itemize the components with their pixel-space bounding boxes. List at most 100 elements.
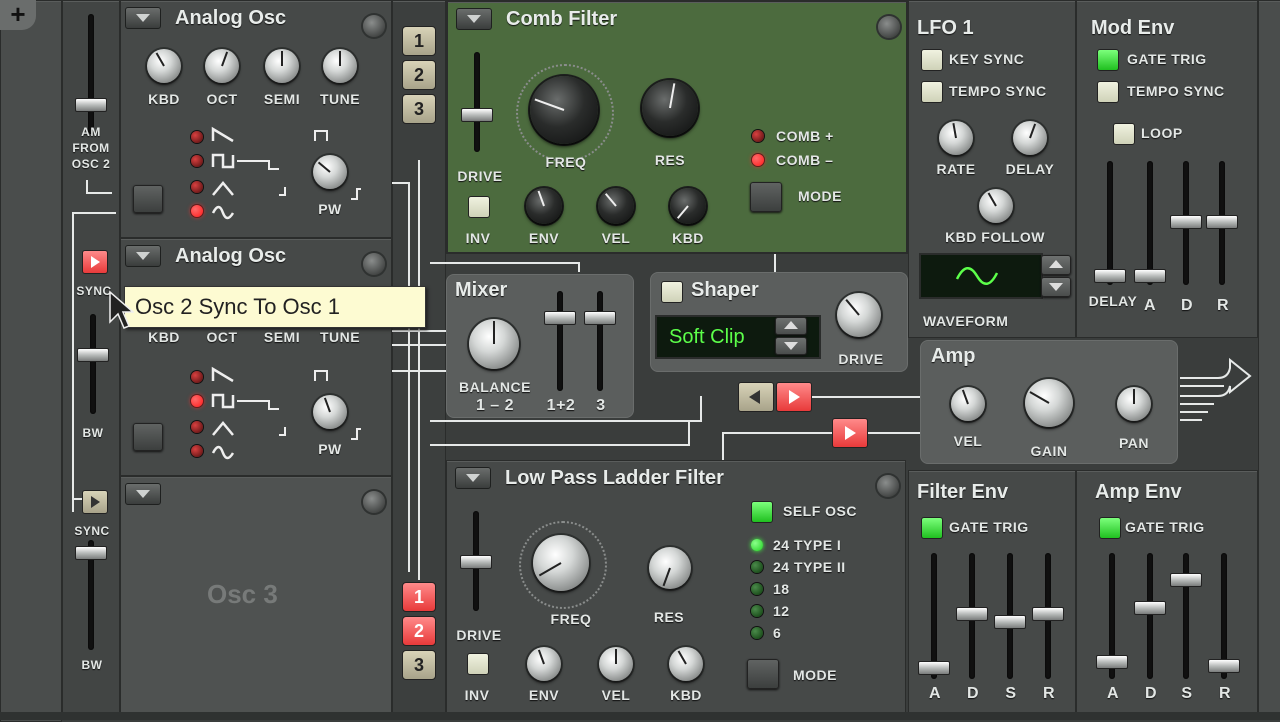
route-right-button[interactable]: [776, 382, 812, 412]
amp-pan-knob[interactable]: [1117, 387, 1151, 421]
osc2-bw-fader[interactable]: [77, 348, 109, 362]
ampenv-s-fader[interactable]: [1170, 573, 1202, 587]
comb-plus-led[interactable]: [752, 130, 764, 142]
osc2-semi-label: SEMI: [263, 329, 301, 345]
osc1-oct-knob[interactable]: [205, 49, 239, 83]
osc2-menu-dropdown[interactable]: [125, 245, 161, 267]
filterenv-r-fader[interactable]: [1032, 607, 1064, 621]
amp-gain-knob[interactable]: [1025, 379, 1073, 427]
comb-minus-led[interactable]: [752, 154, 764, 166]
osc1-semi-knob[interactable]: [265, 49, 299, 83]
lpf-type-led-5[interactable]: [751, 627, 763, 639]
lfo1-rate-knob[interactable]: [939, 121, 973, 155]
comb-env-knob[interactable]: [526, 188, 562, 224]
modenv-loop-button[interactable]: [1113, 123, 1135, 145]
lpf-type-led-1[interactable]: [751, 539, 763, 551]
route-line-n: [864, 432, 920, 434]
osc1-wave-led-square[interactable]: [191, 155, 203, 167]
filterenv-a-fader[interactable]: [918, 661, 950, 675]
lfo1-wave-down-button[interactable]: [1041, 277, 1071, 297]
filterenv-s-fader[interactable]: [994, 615, 1026, 629]
mixer-balance-knob[interactable]: [469, 319, 519, 369]
modenv-a-fader[interactable]: [1134, 269, 1166, 283]
filterenv-d-label: D: [966, 685, 980, 702]
amp-vel-knob[interactable]: [951, 387, 985, 421]
osc2-wave-button[interactable]: [133, 423, 163, 451]
lpf-self-osc-button[interactable]: [751, 501, 773, 523]
ampenv-r-fader[interactable]: [1208, 659, 1240, 673]
comb-menu-dropdown[interactable]: [456, 8, 492, 30]
am-depth-fader[interactable]: [75, 98, 107, 112]
lfo1-wave-up-button[interactable]: [1041, 255, 1071, 275]
modenv-d-fader[interactable]: [1170, 215, 1202, 229]
lpf-route-1-button[interactable]: 1: [402, 582, 436, 612]
lpf-kbd-knob[interactable]: [669, 647, 703, 681]
lpf-res-knob[interactable]: [649, 547, 691, 589]
lpf-route-3-button[interactable]: 3: [402, 650, 436, 680]
shaper-enable-button[interactable]: [661, 281, 683, 303]
shaper-up-button[interactable]: [775, 317, 807, 335]
lfo1-waveform-display[interactable]: [919, 253, 1043, 299]
comb-vel-knob[interactable]: [598, 188, 634, 224]
osc1-wave-led-triangle[interactable]: [191, 181, 203, 193]
lpf-inv-button[interactable]: [467, 653, 489, 675]
osc1-tune-knob[interactable]: [323, 49, 357, 83]
comb-route-1-button[interactable]: 1: [402, 26, 436, 56]
osc1-wave-led-sine[interactable]: [191, 205, 203, 217]
osc1-menu-dropdown[interactable]: [125, 7, 161, 29]
lpf-vel-knob[interactable]: [599, 647, 633, 681]
shaper-down-button[interactable]: [775, 337, 807, 355]
osc2-wave-led-triangle[interactable]: [191, 421, 203, 433]
lpf-route-2-button[interactable]: 2: [402, 616, 436, 646]
osc1-wave-button[interactable]: [133, 185, 163, 213]
osc2-wave-led-square[interactable]: [191, 395, 203, 407]
lpf-menu-dropdown[interactable]: [455, 467, 491, 489]
osc3-bw-fader[interactable]: [75, 546, 107, 560]
modenv-delay-fader[interactable]: [1094, 269, 1126, 283]
osc2-pw-knob[interactable]: [313, 395, 347, 429]
osc1-pw-knob[interactable]: [313, 155, 347, 189]
modenv-gate-trig-button[interactable]: [1097, 49, 1119, 71]
lpf-env-knob[interactable]: [527, 647, 561, 681]
lpf-type-led-2[interactable]: [751, 561, 763, 573]
filterenv-gate-trig-label: GATE TRIG: [949, 519, 1029, 535]
ampenv-gate-trig-button[interactable]: [1099, 517, 1121, 539]
osc1-kbd-knob[interactable]: [147, 49, 181, 83]
filterenv-gate-trig-button[interactable]: [921, 517, 943, 539]
comb-inv-button[interactable]: [468, 196, 490, 218]
osc3-menu-dropdown[interactable]: [125, 483, 161, 505]
ampenv-d-fader[interactable]: [1134, 601, 1166, 615]
modenv-a-track: [1147, 161, 1153, 285]
osc3-sync-button[interactable]: [82, 490, 108, 514]
comb-route-2-button[interactable]: 2: [402, 60, 436, 90]
ampenv-a-fader[interactable]: [1096, 655, 1128, 669]
osc2-wave-led-saw[interactable]: [191, 371, 203, 383]
osc2-wave-led-sine[interactable]: [191, 445, 203, 457]
lpf-type-led-4[interactable]: [751, 605, 763, 617]
route-amp-button[interactable]: [832, 418, 868, 448]
modenv-r-fader[interactable]: [1206, 215, 1238, 229]
lpf-type-led-3[interactable]: [751, 583, 763, 595]
mixer-ch12-fader[interactable]: [544, 311, 576, 325]
lpf-drive-fader[interactable]: [460, 555, 492, 569]
route-left-button[interactable]: [738, 382, 774, 412]
comb-mode-button[interactable]: [750, 182, 782, 212]
comb-drive-fader[interactable]: [461, 108, 493, 122]
comb-res-knob[interactable]: [642, 80, 698, 136]
lpf-mode-button[interactable]: [747, 659, 779, 689]
osc1-wave-led-saw[interactable]: [191, 131, 203, 143]
lfo1-kbd-follow-knob[interactable]: [979, 189, 1013, 223]
comb-freq-knob[interactable]: [530, 76, 598, 144]
lfo1-key-sync-button[interactable]: [921, 49, 943, 71]
filterenv-d-fader[interactable]: [956, 607, 988, 621]
shaper-drive-knob[interactable]: [837, 293, 881, 337]
lfo1-delay-knob[interactable]: [1013, 121, 1047, 155]
comb-kbd-knob[interactable]: [670, 188, 706, 224]
modenv-tempo-sync-button[interactable]: [1097, 81, 1119, 103]
lfo1-tempo-sync-button[interactable]: [921, 81, 943, 103]
osc2-sync-button[interactable]: [82, 250, 108, 274]
comb-route-3-button[interactable]: 3: [402, 94, 436, 124]
add-icon[interactable]: +: [0, 0, 36, 30]
lpf-freq-knob[interactable]: [533, 535, 589, 591]
mixer-ch3-fader[interactable]: [584, 311, 616, 325]
